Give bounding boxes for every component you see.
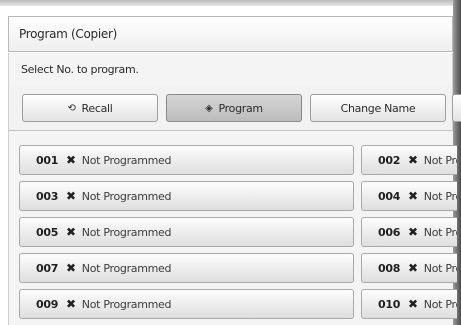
window-frame-top — [0, 0, 461, 6]
program-number: 010 — [378, 297, 401, 311]
not-programmed-icon: ✖ — [66, 225, 76, 239]
tab-change-name-label: Change Name — [340, 101, 416, 115]
program-number: 009 — [36, 297, 59, 311]
tab-program-label: Program — [218, 101, 264, 115]
program-status: Not Programmed — [81, 297, 172, 311]
program-entry-008[interactable]: 008 ✖ Not Programmed — [361, 253, 457, 283]
program-entry-009[interactable]: 009 ✖ Not Programmed — [19, 289, 354, 319]
instruction-bar: Select No. to program. — [8, 53, 453, 85]
program-number: 005 — [36, 225, 59, 239]
tab-program[interactable]: ◈ Program — [166, 94, 302, 122]
window-title-bar: Program (Copier) — [8, 16, 453, 52]
program-status: Not Programmed — [81, 261, 172, 275]
program-status: Not Programmed — [81, 189, 172, 203]
program-entry-001[interactable]: 001 ✖ Not Programmed — [19, 145, 354, 175]
not-programmed-icon: ✖ — [408, 297, 418, 311]
program-entry-005[interactable]: 005 ✖ Not Programmed — [19, 217, 354, 247]
program-number: 001 — [36, 153, 59, 167]
program-status: Not Programmed — [423, 189, 457, 203]
program-number: 007 — [36, 261, 59, 275]
program-entry-004[interactable]: 004 ✖ Not Programmed — [361, 181, 457, 211]
program-number: 004 — [378, 189, 401, 203]
program-number: 003 — [36, 189, 59, 203]
tab-recall-label: Recall — [81, 101, 113, 115]
program-entry-003[interactable]: 003 ✖ Not Programmed — [19, 181, 354, 211]
program-status: Not Programmed — [423, 153, 457, 167]
not-programmed-icon: ✖ — [66, 261, 76, 275]
tab-overflow[interactable] — [452, 94, 461, 122]
tab-change-name[interactable]: Change Name — [310, 94, 446, 122]
program-status: Not Programmed — [81, 225, 172, 239]
instruction-text: Select No. to program. — [21, 62, 139, 76]
program-status: Not Programmed — [423, 297, 457, 311]
not-programmed-icon: ✖ — [408, 189, 418, 203]
program-status: Not Programmed — [423, 261, 457, 275]
not-programmed-icon: ✖ — [408, 261, 418, 275]
program-entry-006[interactable]: 006 ✖ Not Programmed — [361, 217, 457, 247]
program-status: Not Programmed — [81, 153, 172, 167]
tab-recall[interactable]: ⟲ Recall — [22, 94, 158, 122]
program-status: Not Programmed — [423, 225, 457, 239]
not-programmed-icon: ✖ — [66, 153, 76, 167]
not-programmed-icon: ✖ — [66, 189, 76, 203]
program-number: 002 — [378, 153, 401, 167]
not-programmed-icon: ✖ — [66, 297, 76, 311]
recall-icon: ⟲ — [67, 102, 76, 114]
program-entry-010[interactable]: 010 ✖ Not Programmed — [361, 289, 457, 319]
window-title: Program (Copier) — [19, 27, 117, 41]
program-icon: ◈ — [205, 102, 213, 114]
program-number: 008 — [378, 261, 401, 275]
program-entry-002[interactable]: 002 ✖ Not Programmed — [361, 145, 457, 175]
not-programmed-icon: ✖ — [408, 225, 418, 239]
program-number: 006 — [378, 225, 401, 239]
not-programmed-icon: ✖ — [408, 153, 418, 167]
program-entry-007[interactable]: 007 ✖ Not Programmed — [19, 253, 354, 283]
